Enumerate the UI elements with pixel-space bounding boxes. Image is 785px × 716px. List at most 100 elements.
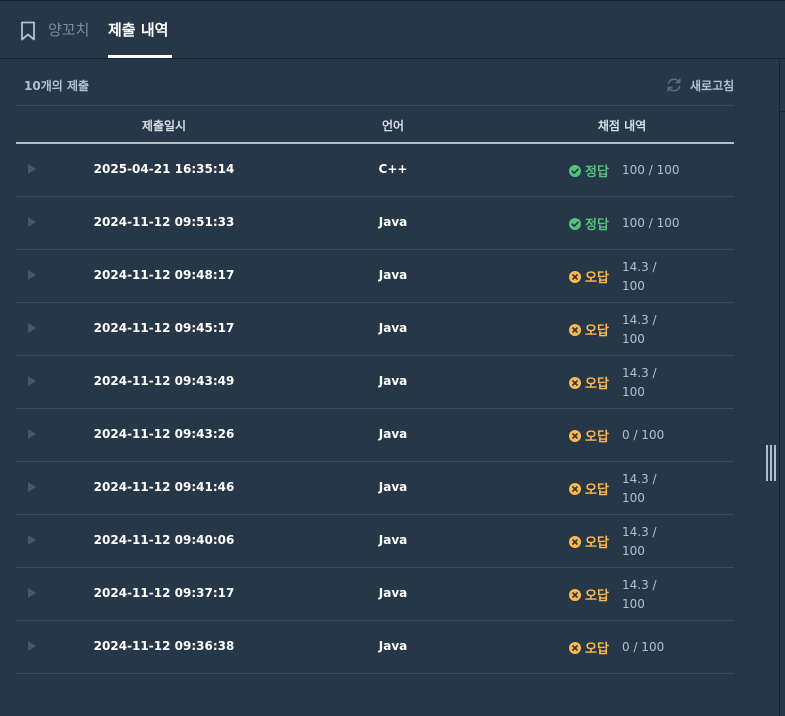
table-row[interactable]: 2024-11-12 09:48:17 Java 오답 14.3 / 100: [16, 250, 734, 303]
submission-date: 2024-11-12 09:45:17: [93, 321, 235, 335]
score: 100 / 100: [622, 161, 679, 180]
submission-language: Java: [378, 586, 408, 600]
status-label: 정답: [585, 165, 609, 180]
score: 14.3 / 100: [622, 364, 678, 402]
status-badge: 오답: [569, 585, 609, 604]
submission-date: 2024-11-12 09:36:38: [93, 639, 235, 653]
submission-date: 2024-11-12 09:51:33: [93, 215, 235, 229]
table-row[interactable]: 2024-11-12 09:37:17 Java 오답 14.3 / 100: [16, 568, 734, 621]
score-line: 14.3 /: [622, 313, 657, 327]
play-triangle-icon[interactable]: [28, 429, 36, 439]
play-triangle-icon[interactable]: [28, 323, 36, 333]
score-total: 100: [622, 544, 645, 558]
play-triangle-icon[interactable]: [28, 270, 36, 280]
submissions-table: 제출일시 언어 채점 내역 2025-04-21 16:35:14 C++ 정답 10…: [16, 105, 734, 674]
status-badge: 정답: [569, 161, 609, 180]
score: 14.3 / 100: [622, 576, 678, 614]
tab-submissions[interactable]: 제출 내역: [108, 20, 168, 40]
x-circle-icon: [569, 588, 581, 601]
submission-language: Java: [378, 321, 408, 335]
table-row[interactable]: 2024-11-12 09:51:33 Java 정답 100 / 100: [16, 197, 734, 250]
resize-handle[interactable]: [766, 445, 776, 481]
status-label: 오답: [585, 430, 609, 445]
submission-language: Java: [378, 533, 408, 547]
submission-date: 2024-11-12 09:37:17: [93, 586, 235, 600]
status-badge: 오답: [569, 532, 609, 551]
status-label: 오답: [585, 377, 609, 392]
score: 100 / 100: [622, 214, 679, 233]
submission-date: 2024-11-12 09:48:17: [93, 268, 235, 282]
check-circle-icon: [569, 164, 581, 177]
table-row[interactable]: 2025-04-21 16:35:14 C++ 정답 100 / 100: [16, 144, 734, 197]
submission-language: C++: [378, 162, 408, 176]
score-line: 14.3 /: [622, 525, 657, 539]
table-row[interactable]: 2024-11-12 09:40:06 Java 오답 14.3 / 100: [16, 515, 734, 568]
play-triangle-icon[interactable]: [28, 376, 36, 386]
x-circle-icon: [569, 323, 581, 336]
refresh-button[interactable]: 새로고침: [665, 76, 734, 94]
submission-date: 2024-11-12 09:43:49: [93, 374, 235, 388]
x-circle-icon: [569, 270, 581, 283]
play-triangle-icon[interactable]: [28, 588, 36, 598]
play-triangle-icon[interactable]: [28, 641, 36, 651]
score-line: 14.3 /: [622, 260, 657, 274]
status-badge: 오답: [569, 638, 609, 657]
score-line: 0 / 100: [622, 428, 665, 442]
submissions-panel: 10개의 제출 새로고침 제출일시 언어 채점 내역 2025-04-21 16…: [0, 60, 779, 716]
submission-date: 2025-04-21 16:35:14: [93, 162, 235, 176]
bookmark-icon[interactable]: [20, 21, 36, 41]
x-circle-icon: [569, 376, 581, 389]
score-total: 100: [622, 332, 645, 346]
status-badge: 오답: [569, 426, 609, 445]
table-row[interactable]: 2024-11-12 09:36:38 Java 오답 0 / 100: [16, 621, 734, 674]
play-triangle-icon[interactable]: [28, 164, 36, 174]
side-panel-edge-divider: [779, 60, 785, 112]
score-line: 14.3 /: [622, 366, 657, 380]
submission-date: 2024-11-12 09:41:46: [93, 480, 235, 494]
x-circle-icon: [569, 429, 581, 442]
tab-bookmark[interactable]: 양꼬치: [48, 20, 89, 40]
score-total: 100: [622, 279, 645, 293]
status-label: 정답: [585, 218, 609, 233]
submission-window: 양꼬치 제출 내역 10개의 제출 새로고침 제출일시 언어 채점 내역 202…: [0, 0, 785, 716]
submission-language: Java: [378, 427, 408, 441]
status-label: 오답: [585, 324, 609, 339]
refresh-icon: [667, 78, 681, 92]
play-triangle-icon[interactable]: [28, 535, 36, 545]
table-row[interactable]: 2024-11-12 09:45:17 Java 오답 14.3 / 100: [16, 303, 734, 356]
status-badge: 오답: [569, 479, 609, 498]
active-tab-indicator: [108, 55, 172, 58]
play-triangle-icon[interactable]: [28, 217, 36, 227]
tab-bar: 양꼬치 제출 내역: [0, 1, 785, 59]
header-language: 언어: [381, 119, 405, 133]
score: 14.3 / 100: [622, 311, 678, 349]
play-triangle-icon[interactable]: [28, 482, 36, 492]
status-badge: 오답: [569, 373, 609, 392]
refresh-label: 새로고침: [690, 78, 735, 93]
submission-language: Java: [378, 374, 408, 388]
score: 0 / 100: [622, 426, 664, 445]
status-label: 오답: [585, 642, 609, 657]
table-header: 제출일시 언어 채점 내역: [16, 105, 734, 144]
x-circle-icon: [569, 482, 581, 495]
table-body: 2025-04-21 16:35:14 C++ 정답 100 / 100 2024-11…: [16, 144, 734, 674]
table-row[interactable]: 2024-11-12 09:41:46 Java 오답 14.3 / 100: [16, 462, 734, 515]
score-line: 100 / 100: [622, 216, 680, 230]
check-circle-icon: [569, 217, 581, 230]
score: 14.3 / 100: [622, 258, 678, 296]
submission-count: 10개의 제출: [24, 79, 90, 93]
status-label: 오답: [585, 271, 609, 286]
score: 0 / 100: [622, 638, 664, 657]
side-panel-edge: [779, 60, 785, 716]
table-row[interactable]: 2024-11-12 09:43:49 Java 오답 14.3 / 100: [16, 356, 734, 409]
header-result: 채점 내역: [597, 119, 647, 133]
score-line: 100 / 100: [622, 163, 680, 177]
x-circle-icon: [569, 641, 581, 654]
status-badge: 정답: [569, 214, 609, 233]
submission-language: Java: [378, 480, 408, 494]
table-row[interactable]: 2024-11-12 09:43:26 Java 오답 0 / 100: [16, 409, 734, 462]
submission-date: 2024-11-12 09:40:06: [93, 533, 235, 547]
score-total: 100: [622, 491, 645, 505]
score-total: 100: [622, 597, 645, 611]
score: 14.3 / 100: [622, 523, 678, 561]
